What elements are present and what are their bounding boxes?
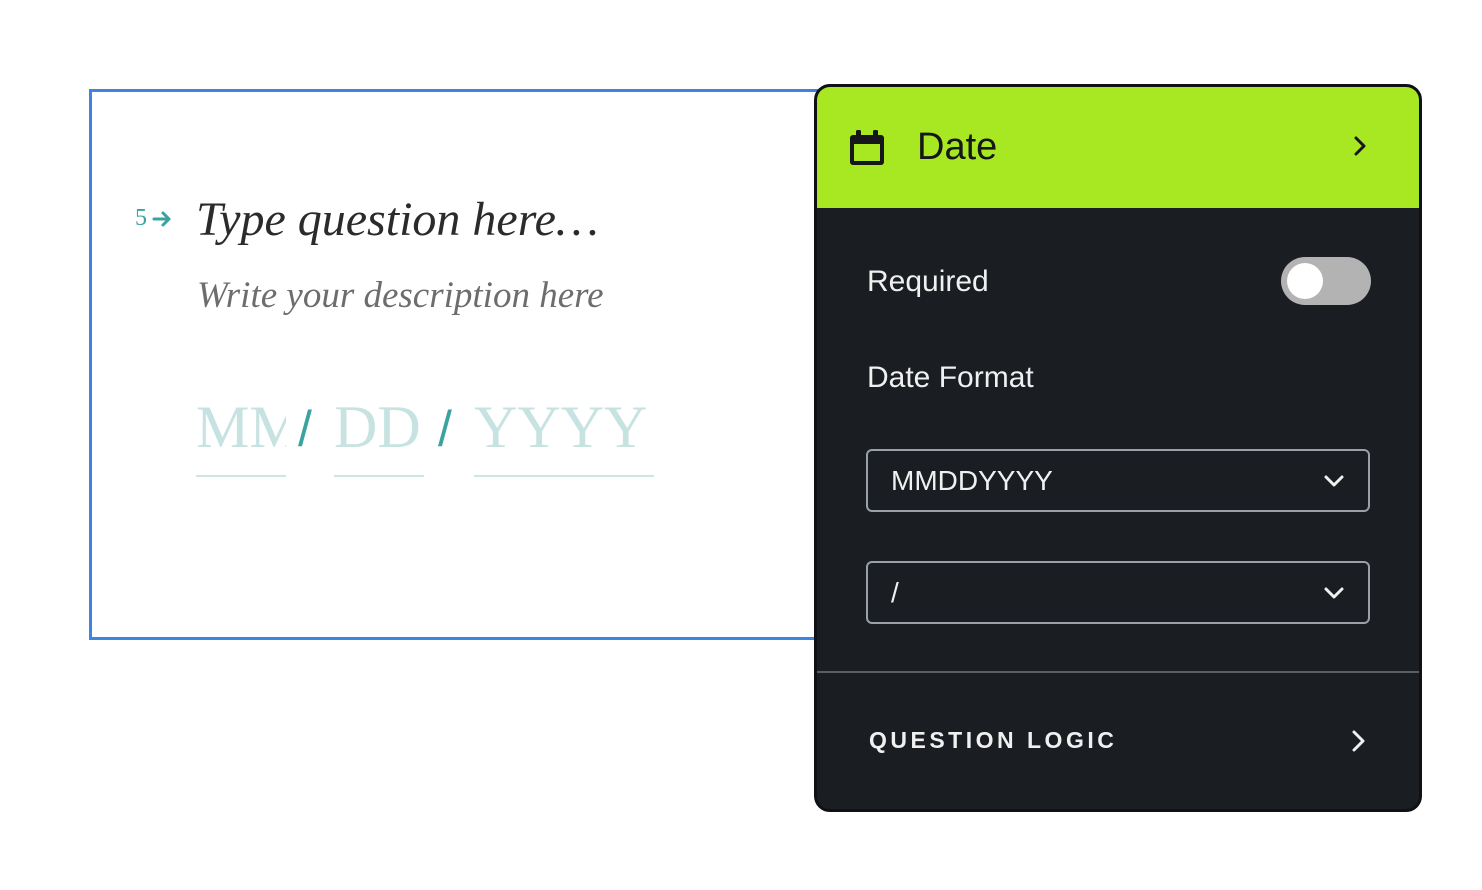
date-separator: / [298, 401, 312, 457]
required-label: Required [867, 265, 989, 298]
question-title-input[interactable]: Type question here… [196, 192, 599, 247]
toggle-knob [1287, 263, 1323, 299]
day-input[interactable]: DD [334, 395, 424, 477]
separator-select[interactable]: / [866, 561, 1370, 624]
chevron-down-icon [1324, 475, 1344, 487]
month-input[interactable]: MM [196, 395, 286, 477]
date-format-label: Date Format [867, 361, 1034, 394]
chevron-right-icon [1352, 730, 1365, 752]
date-separator: / [438, 401, 452, 457]
question-number-label: 5 [135, 205, 147, 231]
year-input[interactable]: YYYY [474, 395, 654, 477]
chevron-down-icon [1324, 587, 1344, 599]
question-logic-button[interactable]: QUESTION LOGIC [817, 673, 1419, 809]
question-number: 5 [135, 205, 175, 232]
separator-value: / [891, 576, 899, 608]
question-logic-label: QUESTION LOGIC [869, 727, 1118, 753]
chevron-right-icon [1354, 136, 1366, 156]
date-format-select[interactable]: MMDDYYYY [866, 449, 1370, 512]
required-toggle[interactable] [1281, 257, 1371, 305]
calendar-icon [850, 129, 884, 165]
arrow-right-icon [152, 211, 171, 226]
date-format-value: MMDDYYYY [891, 464, 1053, 496]
question-card[interactable] [89, 89, 849, 640]
question-settings-panel: Date Required Date Format MMDDYYYY / QUE… [814, 84, 1422, 812]
question-type-label: Date [917, 126, 998, 168]
question-type-selector[interactable]: Date [817, 87, 1419, 208]
question-description-input[interactable]: Write your description here [197, 274, 604, 317]
